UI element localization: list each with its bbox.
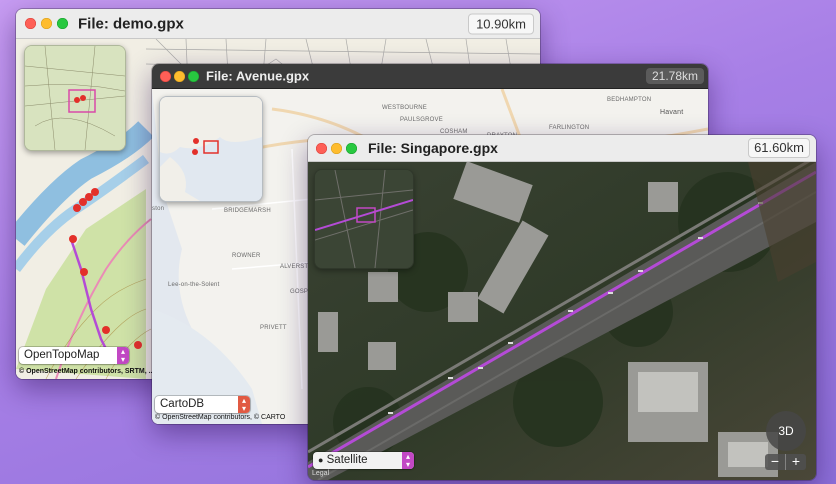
close-button[interactable] xyxy=(25,18,36,29)
map-attribution: © OpenStreetMap contributors, © CARTO xyxy=(155,414,286,421)
window-title: File: Singapore.gpx xyxy=(368,140,498,156)
zoom-control[interactable]: − + xyxy=(765,454,806,470)
map-type-value: Satellite xyxy=(326,454,368,466)
map-type-select[interactable]: OpenTopoMap ▴ ▾ xyxy=(19,347,129,364)
map-type-select[interactable]: ● Satellite ▴ ▾ xyxy=(313,452,414,469)
minimize-button[interactable] xyxy=(174,70,185,82)
map-type-value: OpenTopoMap xyxy=(24,349,100,361)
place-label: PAULSGROVE xyxy=(400,117,443,123)
titlebar-demo[interactable]: File: demo.gpx 10.90km xyxy=(16,9,540,39)
chevron-up-down-icon: ▴ ▾ xyxy=(238,396,250,413)
zoom-button[interactable] xyxy=(57,18,68,29)
compass-label: 3D xyxy=(778,424,794,438)
minimap-singapore[interactable] xyxy=(314,169,414,269)
distance-badge: 61.60km xyxy=(748,138,810,158)
zoom-button[interactable] xyxy=(346,142,357,154)
minimap-graphic xyxy=(160,97,262,201)
place-label: Lee-on-the-Solent xyxy=(168,282,220,288)
close-button[interactable] xyxy=(316,142,327,154)
minimap-demo[interactable] xyxy=(24,45,126,151)
place-label: PRIVETT xyxy=(260,325,287,331)
minimize-button[interactable] xyxy=(41,18,52,29)
place-label: BRIDGEMARSH xyxy=(224,208,271,214)
place-label: FARLINGTON xyxy=(549,125,590,131)
map-attribution: © OpenStreetMap contributors, SRTM, ... xyxy=(19,368,155,375)
zoom-in-button[interactable]: + xyxy=(785,454,806,470)
map-type-value: CartoDB xyxy=(160,398,205,410)
distance-badge: 21.78km xyxy=(646,68,704,84)
map-satellite[interactable]: ● Satellite ▴ ▾ Legal 3D − + xyxy=(308,162,816,480)
distance-badge: 10.90km xyxy=(468,13,534,34)
place-label: Havant xyxy=(660,109,684,116)
close-button[interactable] xyxy=(160,70,171,82)
place-label: WESTBOURNE xyxy=(382,105,428,111)
window-title: File: demo.gpx xyxy=(78,15,184,32)
minimap-avenue[interactable] xyxy=(159,96,263,202)
minimap-graphic xyxy=(25,46,125,150)
chevron-up-down-icon: ▴ ▾ xyxy=(402,452,414,469)
apple-icon: ● xyxy=(318,455,324,465)
place-label: BEDHAMPTON xyxy=(607,97,652,103)
minimize-button[interactable] xyxy=(331,142,342,154)
compass-3d-button[interactable]: 3D xyxy=(766,411,806,451)
minimap-graphic xyxy=(315,170,413,268)
chevron-up-down-icon: ▴ ▾ xyxy=(117,347,129,364)
place-label: ston xyxy=(152,206,165,212)
map-type-select[interactable]: CartoDB ▴ ▾ xyxy=(155,396,250,413)
legal-link[interactable]: Legal xyxy=(312,470,329,477)
zoom-out-button[interactable]: − xyxy=(765,454,785,470)
place-label: ROWNER xyxy=(232,253,261,259)
titlebar-singapore[interactable]: File: Singapore.gpx 61.60km xyxy=(308,135,816,162)
window-title: File: Avenue.gpx xyxy=(206,68,310,84)
window-singapore[interactable]: File: Singapore.gpx 61.60km ● Satellite … xyxy=(308,135,816,480)
titlebar-avenue[interactable]: File: Avenue.gpx 21.78km xyxy=(152,64,708,89)
zoom-button[interactable] xyxy=(188,70,199,82)
